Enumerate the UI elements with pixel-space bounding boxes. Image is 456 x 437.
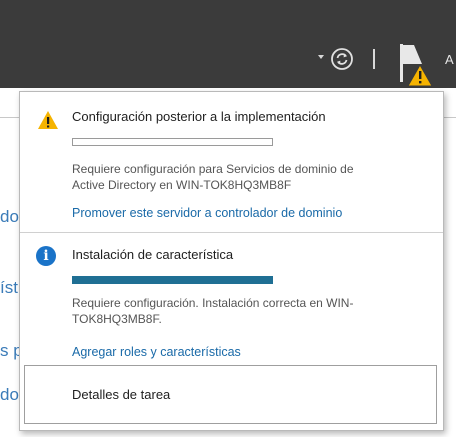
background-text-fragment: íst [0, 278, 18, 297]
background-text-fragment: do [0, 207, 19, 226]
task-details-label: Detalles de tarea [72, 387, 171, 402]
notification-body: Requiere configuración para Servicios de… [72, 161, 432, 193]
header-truncated-label[interactable]: A [445, 52, 454, 67]
info-icon: i [36, 246, 56, 266]
notification-body: Requiere configuración. Instalación corr… [72, 295, 432, 327]
section-divider [20, 232, 443, 233]
refresh-icon[interactable] [330, 47, 354, 71]
promote-domain-controller-link[interactable]: Promover este servidor a controlador de … [72, 206, 342, 220]
background-text-fragment: do [0, 385, 19, 404]
add-roles-features-link[interactable]: Agregar roles y características [72, 345, 241, 359]
progress-bar-empty [72, 138, 273, 146]
chevron-down-icon[interactable] [318, 55, 324, 59]
task-details-button[interactable]: Detalles de tarea [24, 365, 437, 424]
notification-title: Configuración posterior a la implementac… [72, 109, 326, 124]
notifications-flag-icon[interactable] [398, 42, 440, 88]
notification-body-line: Requiere configuración. Instalación corr… [72, 296, 354, 310]
notification-body-line: Active Directory en WIN-TOK8HQ3MB8F [72, 178, 292, 192]
header-separator [373, 49, 375, 69]
notifications-popup: Configuración posterior a la implementac… [19, 91, 444, 431]
top-header-bar: A [0, 0, 456, 88]
warning-icon [38, 111, 58, 129]
notification-body-line: Requiere configuración para Servicios de… [72, 162, 354, 176]
notification-body-line: TOK8HQ3MB8F. [72, 312, 162, 326]
notification-title: Instalación de característica [72, 247, 234, 262]
progress-bar-complete [72, 276, 273, 284]
